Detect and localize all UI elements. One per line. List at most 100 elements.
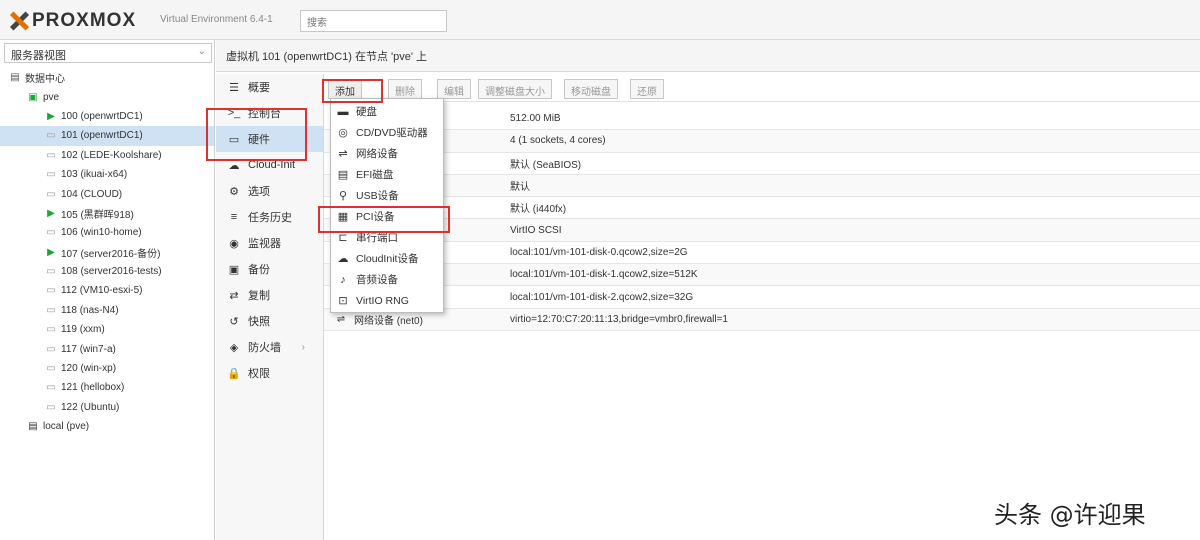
snapshot-icon: ↺ — [229, 315, 239, 328]
menu-item[interactable]: ▬ 硬盘 — [331, 101, 443, 122]
nav-item[interactable]: 🔒 权限 — [216, 360, 323, 386]
vm-stopped-icon: ▭ — [46, 382, 56, 394]
menu-item[interactable]: ⊡ VirtIO RNG — [331, 290, 443, 311]
nav-item[interactable]: ↺ 快照 — [216, 308, 323, 334]
task-history-icon: ≡ — [230, 211, 238, 223]
nav-item[interactable]: ◉ 监视器 — [216, 230, 323, 256]
hardware-value: 默认 (i440fx) — [510, 204, 567, 216]
hardware-row[interactable]: ▣机型默认 (i440fx) — [324, 197, 1200, 220]
tree-item-vm[interactable]: ▭ 104 (CLOUD) — [0, 184, 214, 203]
permissions-icon: 🔒 — [227, 367, 241, 380]
tree-item-vm[interactable]: ▭ 119 (xxm) — [0, 320, 214, 339]
edit-button[interactable]: 编辑 — [437, 79, 471, 99]
tree-item-vm[interactable]: ▶ 100 (openwrtDC1) — [0, 107, 214, 126]
tree-item-label: 108 (server2016-tests) — [61, 266, 162, 278]
tree-item-storage[interactable]: ▤ local (pve) — [0, 417, 214, 436]
resource-tree: ▤ 数据中心 ▣ pve ▶ 100 (openwrtDC1) ▭ 101 (openwrtD… — [0, 68, 214, 436]
tree-item-vm[interactable]: ▭ 117 (win7-a) — [0, 339, 214, 358]
hardware-row[interactable]: ▤SCSI控制器VirtIO SCSI — [324, 219, 1200, 242]
tree-item-vm[interactable]: ▭ 112 (VM10-esxi-5) — [0, 281, 214, 300]
nav-item[interactable]: ◈ 防火墙 › — [216, 334, 323, 360]
nav-item-label: 监视器 — [248, 238, 281, 250]
hardware-value: 默认 (SeaBIOS) — [510, 159, 582, 171]
menu-item[interactable]: ◎ CD/DVD驱动器 — [331, 122, 443, 143]
chevron-down-icon: ⌄ — [197, 46, 206, 57]
menu-item-label: EFI磁盘 — [356, 169, 394, 181]
tree-item-vm[interactable]: ▭ 122 (Ubuntu) — [0, 398, 214, 417]
view-selector[interactable]: 服务器视图 ⌄ — [4, 43, 212, 63]
tree-item-vm[interactable]: ▭ 121 (hellobox) — [0, 378, 214, 397]
backup-icon: ▣ — [228, 263, 240, 276]
tree-item-vm[interactable]: ▭ 102 (LEDE-Koolshare) — [0, 146, 214, 165]
highlight-add-button — [322, 79, 383, 103]
nav-item[interactable]: ≡ 任务历史 — [216, 204, 323, 230]
vm-running-icon: ▶ — [47, 246, 55, 258]
revert-button[interactable]: 还原 — [630, 79, 664, 99]
menu-item-label: CD/DVD驱动器 — [356, 127, 428, 139]
menu-item-label: VirtIO RNG — [356, 294, 409, 307]
hardware-grid: ▦内存512.00 MiB▤处理器4 (1 sockets, 4 cores)▥… — [324, 108, 1200, 331]
menu-item[interactable]: ☁ CloudInit设备 — [331, 248, 443, 269]
menu-item-label: CloudInit设备 — [356, 253, 419, 265]
menu-item[interactable]: ♪ 音频设备 — [331, 269, 443, 290]
nav-item[interactable]: ⇄ 复制 — [216, 282, 323, 308]
hardware-row[interactable]: ▥BIOS默认 (SeaBIOS) — [324, 153, 1200, 175]
resource-tree-panel: 服务器视图 ⌄ ▤ 数据中心 ▣ pve ▶ 100 (openwrtDC1) ▭ 101 (… — [0, 40, 215, 540]
tree-item-vm[interactable]: ▶ 107 (server2016-备份) — [0, 243, 214, 262]
move-disk-button[interactable]: 移动磁盘 — [564, 79, 618, 99]
vm-stopped-icon: ▭ — [46, 363, 56, 375]
tree-item-datacenter[interactable]: ▤ 数据中心 — [0, 68, 214, 87]
vm-stopped-icon: ▭ — [46, 188, 56, 200]
menu-item-label: 硬盘 — [356, 106, 377, 118]
nav-item-label: 防火墙 — [248, 342, 281, 354]
search-input[interactable]: 搜索 — [300, 10, 447, 32]
remove-button[interactable]: 删除 — [388, 79, 422, 99]
tree-item-label: 122 (Ubuntu) — [61, 401, 120, 413]
hardware-value: 512.00 MiB — [510, 113, 561, 125]
highlight-hardware-nav — [206, 108, 307, 161]
nav-item-label: 快照 — [248, 316, 270, 328]
page-title: 虚拟机 101 (openwrtDC1) 在节点 'pve' 上 — [216, 40, 1200, 72]
tree-item-label: 119 (xxm) — [61, 324, 105, 336]
tree-item-node[interactable]: ▣ pve — [0, 87, 214, 106]
nav-item[interactable]: ⚙ 选项 — [216, 178, 323, 204]
proxmox-x-icon — [8, 12, 30, 30]
rng-icon: ⊡ — [338, 295, 348, 307]
tree-item-label: 104 (CLOUD) — [61, 188, 123, 200]
resize-disk-button[interactable]: 调整磁盘大小 — [478, 79, 552, 99]
nav-item[interactable]: ▣ 备份 — [216, 256, 323, 282]
hardware-value: 4 (1 sockets, 4 cores) — [510, 135, 606, 147]
nav-item[interactable]: ☰ 概要 — [216, 74, 323, 100]
tree-item-label: 121 (hellobox) — [61, 382, 125, 394]
tree-item-label: 数据中心 — [25, 74, 65, 86]
hardware-row[interactable]: ▦内存512.00 MiB — [324, 108, 1200, 131]
tree-item-vm[interactable]: ▭ 120 (win-xp) — [0, 359, 214, 378]
nav-item-label: 复制 — [248, 290, 270, 302]
menu-item-label: USB设备 — [356, 190, 399, 202]
watermark: 头条 @许迎果 — [994, 501, 1146, 529]
audio-icon: ♪ — [340, 273, 346, 286]
vm-stopped-icon: ▭ — [46, 324, 56, 336]
cdrom-icon: ◎ — [338, 127, 348, 139]
tree-item-vm[interactable]: ▶ 105 (黑群晖918) — [0, 204, 214, 223]
menu-item[interactable]: ▤ EFI磁盘 — [331, 164, 443, 185]
hardware-key: ⇌ 网络设备 (net0) — [334, 312, 423, 327]
tree-item-vm[interactable]: ▭ 101 (openwrtDC1) — [0, 126, 214, 146]
hardware-row[interactable]: ▬硬盘 (sata0)local:101/vm-101-disk-0.qcow2… — [324, 242, 1200, 265]
tree-item-vm[interactable]: ▭ 106 (win10-home) — [0, 223, 214, 242]
tree-item-vm[interactable]: ▭ 103 (ikuai-x64) — [0, 165, 214, 184]
hardware-row[interactable]: ⇌ 网络设备 (net0) virtio=12:70:C7:20:11:13,bri… — [324, 308, 1200, 331]
proxmox-logo[interactable]: PROXMOX — [8, 10, 136, 32]
tree-item-vm[interactable]: ▭ 118 (nas-N4) — [0, 301, 214, 320]
tree-item-label: 103 (ikuai-x64) — [61, 169, 128, 181]
hardware-value: local:101/vm-101-disk-2.qcow2,size=32G — [510, 291, 694, 303]
hardware-row[interactable]: ▭显示默认 — [324, 174, 1200, 198]
tree-item-vm[interactable]: ▭ 108 (server2016-tests) — [0, 262, 214, 281]
hardware-row[interactable]: ▤处理器4 (1 sockets, 4 cores) — [324, 130, 1200, 153]
menu-item[interactable]: ⇌ 网络设备 — [331, 143, 443, 164]
hardware-row[interactable]: ▬硬盘 (sata2)local:101/vm-101-disk-2.qcow2… — [324, 286, 1200, 309]
vm-stopped-icon: ▭ — [46, 266, 56, 278]
hardware-row[interactable]: ▬硬盘 (sata1)local:101/vm-101-disk-1.qcow2… — [324, 264, 1200, 287]
menu-item[interactable]: ⚲ USB设备 — [331, 185, 443, 206]
hardware-content: 添加 删除 编辑 调整磁盘大小 移动磁盘 还原 ▦内存512.00 MiB▤处理… — [324, 74, 1200, 540]
